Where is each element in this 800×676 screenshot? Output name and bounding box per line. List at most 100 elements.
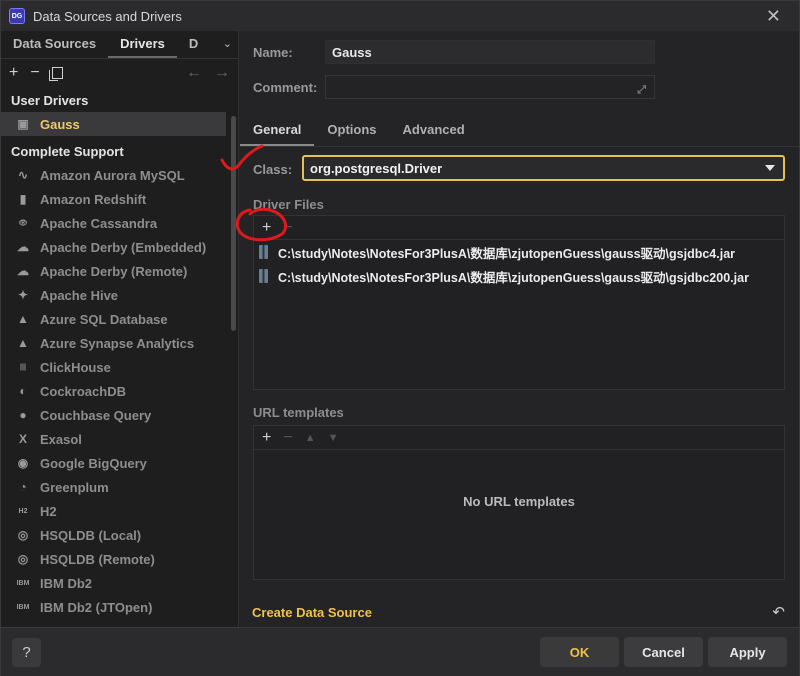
clickhouse-icon: |||	[20, 363, 26, 371]
undo-icon[interactable]: ↶	[772, 603, 785, 621]
move-up-icon[interactable]: ▲	[305, 432, 316, 444]
driver-label: Apache Derby (Remote)	[40, 263, 188, 279]
redshift-icon: ▮	[19, 192, 27, 206]
driver-item[interactable]: ▮ Amazon Redshift	[1, 187, 226, 211]
left-panel: Data Sources Drivers D ⌄ + − ← → User Dr…	[1, 31, 239, 627]
comment-field[interactable]: ⤢	[325, 75, 655, 99]
url-templates-toolbar: + − ▲ ▼	[254, 426, 784, 450]
bigquery-icon: ◉	[17, 456, 29, 470]
db2-icon: IBM	[16, 579, 30, 587]
complete-support-title: Complete Support	[11, 144, 124, 159]
remove-file-icon[interactable]: −	[283, 219, 292, 237]
driver-item[interactable]: ☁ Apache Derby (Embedded)	[1, 235, 226, 259]
close-icon[interactable]: ✕	[766, 6, 781, 27]
driver-label: HSQLDB (Local)	[40, 527, 142, 543]
tab-data-sources[interactable]: Data Sources	[1, 36, 108, 58]
driver-file-row[interactable]: C:\study\Notes\NotesFor3PlusA\数据库\zjutop…	[254, 264, 784, 288]
driver-item[interactable]: IBM IBM Db2 (JTOpen)	[1, 595, 226, 619]
driver-label: Gauss	[40, 116, 80, 132]
class-label: Class:	[253, 162, 293, 177]
driver-item[interactable]: ✦ Apache Hive	[1, 283, 226, 307]
driver-label: ClickHouse	[40, 359, 111, 375]
datagrip-app-icon: DG	[9, 8, 25, 24]
driver-item[interactable]: H2 H2	[1, 499, 226, 523]
driver-file-path: C:\study\Notes\NotesFor3PlusA\数据库\zjutop…	[278, 270, 749, 285]
class-select[interactable]: org.postgresql.Driver	[302, 155, 785, 181]
cancel-button[interactable]: Cancel	[624, 637, 703, 667]
move-down-icon[interactable]: ▼	[328, 432, 339, 444]
left-scrollbar[interactable]	[231, 116, 236, 331]
driver-item[interactable]: ||| ClickHouse	[1, 355, 226, 379]
driver-item[interactable]: ∿ Amazon Aurora MySQL	[1, 163, 226, 187]
driver-item[interactable]: ◐ CockroachDB	[1, 379, 226, 403]
comment-label: Comment:	[253, 80, 318, 95]
remove-icon[interactable]: −	[30, 64, 39, 82]
h2-icon: H2	[18, 507, 28, 515]
driver-files-toolbar: + −	[254, 216, 784, 240]
tab-general[interactable]: General	[240, 122, 315, 146]
driver-item[interactable]: ☁ Apache Derby (Remote)	[1, 259, 226, 283]
name-field[interactable]: Gauss	[325, 40, 655, 64]
expand-icon[interactable]: ⤢	[637, 84, 646, 97]
settings-tabs: General Options Advanced	[240, 113, 799, 147]
jar-file-icon	[259, 245, 268, 259]
chevron-down-icon[interactable]: ⌄	[223, 37, 232, 50]
tab-advanced[interactable]: Advanced	[390, 122, 478, 146]
driver-item[interactable]: ◎ HSQLDB (Local)	[1, 523, 226, 547]
driver-settings-panel: Name: Gauss Comment: ⤢ General Options A…	[240, 31, 799, 627]
cassandra-icon: 👁	[18, 220, 28, 227]
name-value: Gauss	[332, 44, 372, 60]
hive-icon: ✦	[17, 288, 29, 302]
driver-item[interactable]: 👁 Apache Cassandra	[1, 211, 226, 235]
data-sources-dialog: DG Data Sources and Drivers ✕ Data Sourc…	[0, 0, 800, 676]
no-url-templates-text: No URL templates	[463, 494, 575, 509]
tab-drivers[interactable]: Drivers	[108, 36, 177, 58]
greenplum-icon: ◔	[19, 480, 27, 494]
back-arrow-icon[interactable]: ←	[186, 64, 202, 82]
add-url-icon[interactable]: +	[262, 429, 271, 447]
add-file-icon[interactable]: +	[262, 219, 271, 237]
driver-label: Amazon Redshift	[40, 191, 147, 207]
driver-item[interactable]: ◉ Google BigQuery	[1, 451, 226, 475]
driver-label: Greenplum	[40, 479, 109, 495]
help-button[interactable]: ?	[12, 638, 41, 667]
driver-list: ∿ Amazon Aurora MySQL ▮ Amazon Redshift 👁 Apa…	[1, 163, 238, 619]
driver-item[interactable]: IBM IBM Db2	[1, 571, 226, 595]
url-templates-box: + − ▲ ▼ No URL templates	[253, 425, 785, 580]
driver-file-row[interactable]: C:\study\Notes\NotesFor3PlusA\数据库\zjutop…	[254, 240, 784, 264]
driver-label: IBM Db2	[40, 575, 92, 591]
tab-overflow[interactable]: D	[177, 36, 199, 58]
driver-label: Apache Derby (Embedded)	[40, 239, 207, 255]
driver-item[interactable]: ▲ Azure SQL Database	[1, 307, 226, 331]
forward-arrow-icon[interactable]: →	[214, 64, 230, 82]
exasol-icon: X	[18, 432, 27, 446]
driver-label: H2	[40, 503, 57, 519]
driver-label: Amazon Aurora MySQL	[40, 167, 185, 183]
cockroach-icon: ◐	[19, 384, 27, 398]
create-data-source-link[interactable]: Create Data Source	[252, 605, 372, 620]
driver-label: Apache Cassandra	[40, 215, 158, 231]
driver-item-gauss[interactable]: ▣ Gauss	[1, 112, 226, 136]
add-icon[interactable]: +	[9, 64, 18, 82]
azure-icon: ▲	[17, 336, 29, 350]
driver-item[interactable]: ◔ Greenplum	[1, 475, 226, 499]
remove-url-icon[interactable]: −	[283, 429, 292, 447]
apply-button[interactable]: Apply	[708, 637, 787, 667]
driver-item[interactable]: ▲ Azure Synapse Analytics	[1, 331, 226, 355]
driver-label: Apache Hive	[40, 287, 119, 303]
driver-item[interactable]: ◎ HSQLDB (Remote)	[1, 547, 226, 571]
dialog-footer: ? OK Cancel Apply	[1, 627, 799, 676]
driver-label: Azure Synapse Analytics	[40, 335, 195, 351]
duplicate-icon[interactable]	[48, 67, 63, 81]
title-bar: DG Data Sources and Drivers ✕	[1, 1, 799, 31]
db2-icon: IBM	[16, 603, 30, 611]
driver-files-title: Driver Files	[253, 197, 324, 212]
driver-label: HSQLDB (Remote)	[40, 551, 155, 567]
tab-options[interactable]: Options	[314, 122, 389, 146]
dropdown-caret-icon	[765, 165, 775, 171]
driver-files-box: + − C:\study\Notes\NotesFor3PlusA\数据库\zj…	[253, 215, 785, 390]
ok-button[interactable]: OK	[540, 637, 619, 667]
driver-item[interactable]: X Exasol	[1, 427, 226, 451]
driver-item[interactable]: ● Couchbase Query	[1, 403, 226, 427]
left-toolbar: + − ← →	[1, 59, 238, 87]
